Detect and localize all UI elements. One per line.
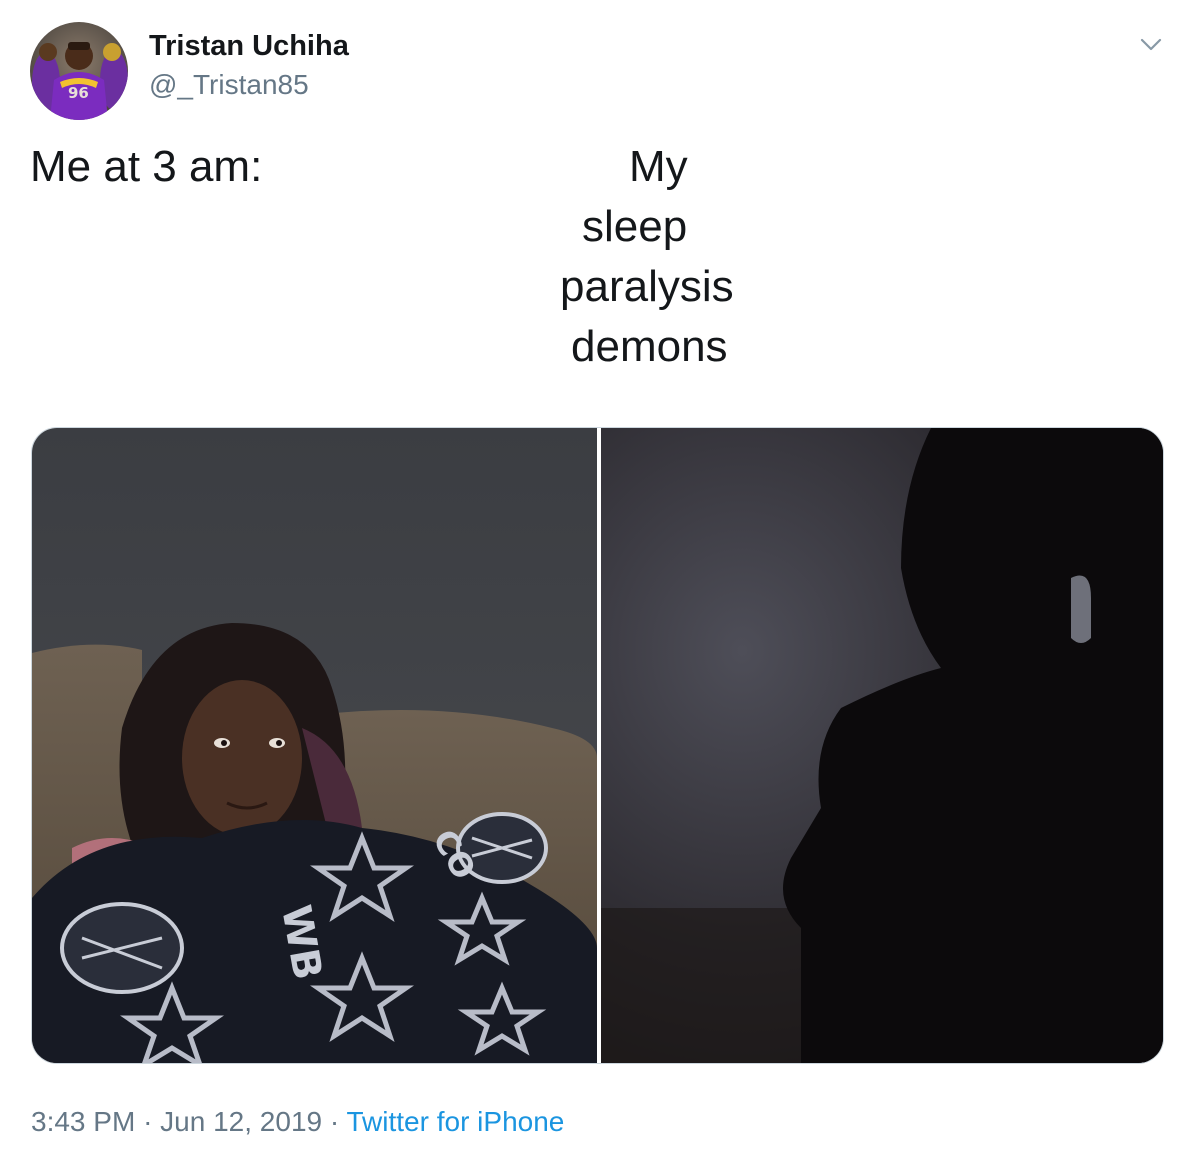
avatar-image <box>30 22 128 120</box>
chevron-down-icon <box>1140 38 1162 51</box>
tweet-metadata: 3:43 PM · Jun 12, 2019 · Twitter for iPh… <box>31 1106 564 1138</box>
tweet-media: WB CO <box>31 427 1164 1064</box>
media-photo-right[interactable] <box>601 428 1163 1063</box>
caption-right-line-4: demons <box>571 322 728 371</box>
tweet: 96 Tristan Uchiha @_Tristan85 Me at 3 am… <box>0 0 1194 1172</box>
woman-under-blanket-image: WB CO <box>32 428 597 1063</box>
caption-right-line-3: paralysis <box>560 262 734 311</box>
separator-dot: · <box>329 1106 340 1137</box>
caption-right-line-1: My <box>629 142 688 191</box>
tweet-time[interactable]: 3:43 PM <box>31 1106 135 1137</box>
avatar[interactable]: 96 <box>30 22 128 120</box>
author-handle[interactable]: @_Tristan85 <box>149 69 309 101</box>
caption-left: Me at 3 am: <box>30 142 263 191</box>
tweet-date[interactable]: Jun 12, 2019 <box>160 1106 322 1137</box>
tweet-source-link[interactable]: Twitter for iPhone <box>346 1106 564 1137</box>
tweet-text: Me at 3 am: My sleep paralysis demons <box>30 140 1164 380</box>
avatar-jersey-number: 96 <box>68 84 89 102</box>
author-display-name[interactable]: Tristan Uchiha <box>149 30 349 63</box>
shadow-silhouette-image <box>601 428 1163 1063</box>
separator-dot: · <box>143 1106 153 1137</box>
tweet-menu-button[interactable] <box>1136 32 1166 56</box>
caption-right-line-2: sleep <box>582 202 688 251</box>
media-photo-left[interactable]: WB CO <box>32 428 597 1063</box>
